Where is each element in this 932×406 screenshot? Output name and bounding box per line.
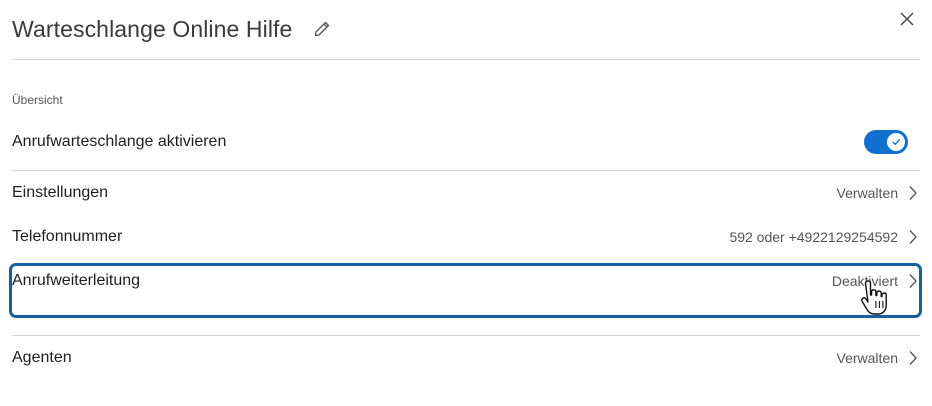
page-title: Warteschlange Online Hilfe: [12, 15, 293, 42]
chevron-right-icon: [906, 272, 920, 290]
row-right: Deaktiviert: [832, 272, 920, 290]
pencil-icon: [315, 21, 330, 37]
close-button[interactable]: [896, 8, 918, 30]
row-value: 592 oder +4922129254592: [729, 229, 898, 245]
agents-divider: [12, 335, 920, 336]
chevron-right-icon: [906, 184, 920, 202]
row-value: Deaktiviert: [831, 273, 898, 289]
panel-header: Warteschlange Online Hilfe: [12, 10, 920, 48]
chevron-right-icon: [906, 228, 920, 246]
queue-detail-panel: Warteschlange Online Hilfe Übersicht Anr…: [0, 0, 932, 406]
row-value: Verwalten: [836, 185, 898, 201]
section-label-overview: Übersicht: [12, 93, 63, 107]
row-right: 592 oder +4922129254592: [729, 228, 920, 246]
row-anrufweiterleitung[interactable]: Anrufweiterleitung Deaktiviert: [12, 261, 920, 301]
row-value: Verwalten: [836, 350, 898, 366]
row-right: Verwalten: [837, 349, 920, 367]
row-label: Einstellungen: [12, 184, 109, 201]
row-label: Telefonnummer: [12, 228, 123, 245]
header-divider: [12, 59, 920, 60]
row-agenten[interactable]: Agenten Verwalten: [12, 338, 920, 378]
edit-title-button[interactable]: [312, 19, 332, 39]
row-telefonnummer[interactable]: Telefonnummer 592 oder +4922129254592: [12, 217, 920, 257]
row-label: Anrufweiterleitung: [12, 272, 141, 289]
toggle-knob: [887, 133, 905, 151]
activate-queue-toggle[interactable]: [864, 130, 908, 154]
activate-queue-row: Anrufwarteschlange aktivieren: [12, 122, 920, 162]
row-einstellungen[interactable]: Einstellungen Verwalten: [12, 173, 920, 213]
row-right: Verwalten: [837, 184, 920, 202]
checkmark-icon: [892, 139, 900, 145]
chevron-right-icon: [906, 349, 920, 367]
overview-divider: [12, 170, 920, 171]
close-icon: [900, 12, 914, 26]
row-label: Agenten: [12, 349, 72, 366]
activate-queue-label: Anrufwarteschlange aktivieren: [12, 133, 227, 150]
